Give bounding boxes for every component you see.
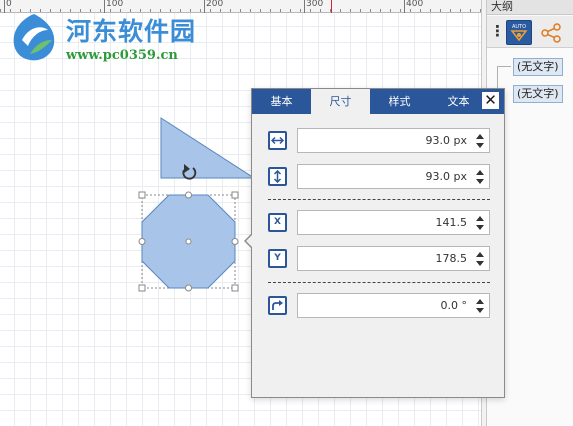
rotate-arrow-icon — [268, 296, 287, 315]
rotation-stepper[interactable] — [473, 296, 487, 316]
width-row: 93.0 px — [268, 127, 490, 153]
resize-handle-se[interactable] — [231, 284, 239, 292]
tab-basic[interactable]: 基本 — [252, 89, 311, 114]
height-field[interactable]: 93.0 px — [297, 164, 490, 189]
triangle-shape[interactable] — [160, 117, 256, 179]
y-value: 178.5 — [435, 252, 468, 265]
center-handle[interactable] — [185, 238, 192, 245]
more-vertical-icon[interactable]: ⋮ — [490, 22, 505, 40]
x-value: 141.5 — [435, 216, 468, 229]
properties-popup: 基本 尺寸 样式 文本 ✕ 93.0 px 93.0 px X 141.5 Y — [244, 88, 505, 398]
share-icon[interactable] — [539, 21, 563, 45]
height-value: 93.0 px — [425, 170, 467, 183]
resize-handle-w[interactable] — [138, 238, 146, 245]
x-stepper[interactable] — [473, 213, 487, 233]
resize-handle-n[interactable] — [185, 191, 192, 199]
y-row: Y 178.5 — [268, 245, 490, 271]
y-position-icon: Y — [268, 249, 287, 268]
popup-pointer-fill — [246, 234, 253, 248]
height-stepper[interactable] — [473, 167, 487, 187]
properties-tabs: 基本 尺寸 样式 文本 — [252, 89, 504, 114]
outline-panel-title: 大纲 — [487, 0, 573, 15]
separator-1 — [268, 199, 490, 200]
auto-layout-label: AUTO — [512, 24, 526, 30]
outline-item-1[interactable]: (无文字) — [513, 58, 563, 76]
outline-item-2[interactable]: (无文字) — [513, 85, 563, 103]
width-value: 93.0 px — [425, 134, 467, 147]
rotation-row: 0.0 ° — [268, 292, 490, 318]
x-row: X 141.5 — [268, 209, 490, 235]
width-field[interactable]: 93.0 px — [297, 128, 490, 153]
y-field[interactable]: 178.5 — [297, 246, 490, 271]
resize-handle-s[interactable] — [185, 284, 192, 292]
x-position-icon: X — [268, 213, 287, 232]
separator-2 — [268, 282, 490, 283]
tab-size[interactable]: 尺寸 — [311, 89, 370, 114]
rotation-value: 0.0 ° — [440, 299, 468, 312]
resize-handle-e[interactable] — [231, 238, 239, 245]
resize-handle-sw[interactable] — [138, 284, 146, 292]
x-field[interactable]: 141.5 — [297, 210, 490, 235]
tab-text[interactable]: 文本 — [429, 89, 488, 114]
width-stepper[interactable] — [473, 131, 487, 151]
y-stepper[interactable] — [473, 249, 487, 269]
width-arrows-icon — [268, 131, 287, 150]
tab-style[interactable]: 样式 — [370, 89, 429, 114]
height-arrows-icon — [268, 167, 287, 186]
outline-toolbar: ⋮ AUTO — [487, 16, 573, 48]
resize-handle-ne[interactable] — [231, 191, 239, 199]
close-icon[interactable]: ✕ — [481, 91, 500, 110]
auto-layout-icon[interactable]: AUTO — [506, 20, 532, 45]
rotation-field[interactable]: 0.0 ° — [297, 293, 490, 318]
height-row: 93.0 px — [268, 163, 490, 189]
resize-handle-nw[interactable] — [138, 191, 146, 199]
